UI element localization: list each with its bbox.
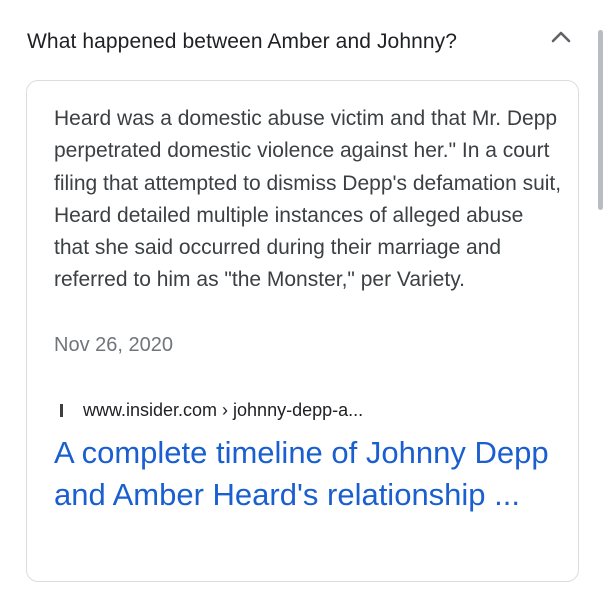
result-title-link[interactable]: A complete timeline of Johnny Depp and A…: [54, 432, 554, 516]
source-breadcrumb[interactable]: www.insider.com › johnny-depp-a...: [54, 398, 363, 422]
chevron-up-icon[interactable]: [548, 26, 574, 48]
related-question-header[interactable]: What happened between Amber and Johnny?: [0, 0, 607, 84]
site-favicon-icon: [60, 403, 63, 417]
answer-card: Heard was a domestic abuse victim and th…: [26, 80, 579, 582]
search-result-page: What happened between Amber and Johnny? …: [0, 0, 607, 600]
source-url[interactable]: www.insider.com › johnny-depp-a...: [83, 400, 363, 421]
snippet-date: Nov 26, 2020: [54, 334, 173, 356]
question-text: What happened between Amber and Johnny?: [27, 30, 458, 53]
scrollbar-thumb[interactable]: [598, 30, 603, 210]
answer-snippet: Heard was a domestic abuse victim and th…: [54, 107, 562, 292]
